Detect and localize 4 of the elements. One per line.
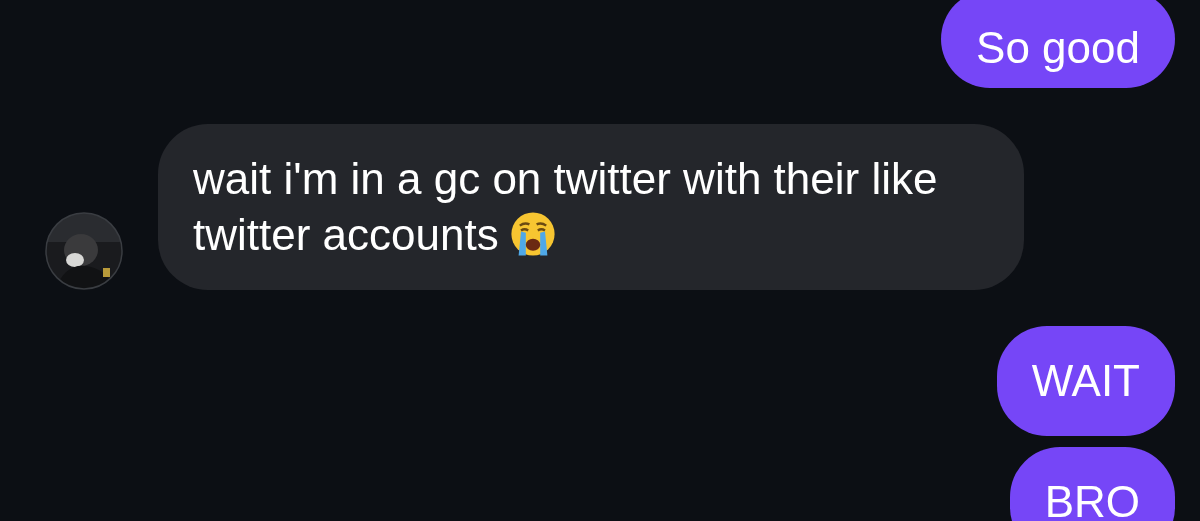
message-bubble: So good bbox=[941, 0, 1175, 88]
message-bubble: wait i'm in a gc on twitter with their like twitter accounts bbox=[158, 124, 1024, 290]
message-bubble: WAIT bbox=[996, 326, 1175, 436]
message-bubble: BRO bbox=[1009, 447, 1175, 521]
